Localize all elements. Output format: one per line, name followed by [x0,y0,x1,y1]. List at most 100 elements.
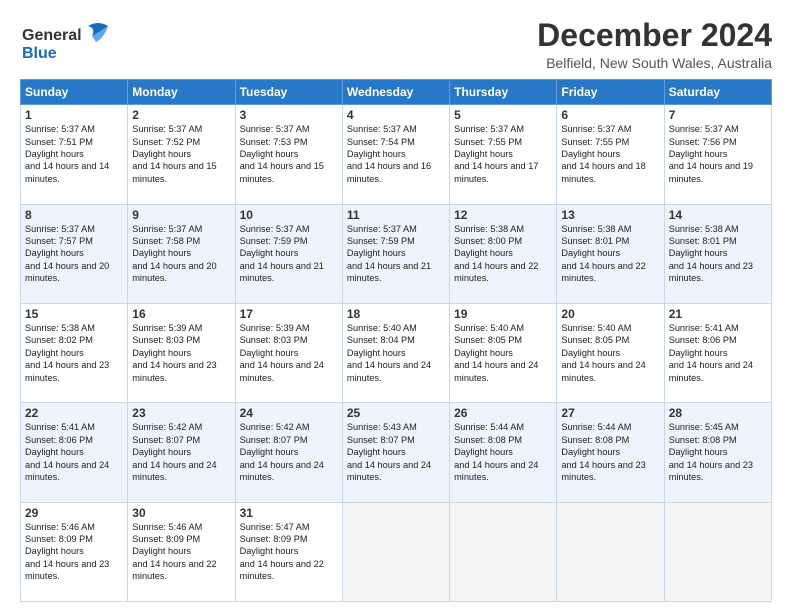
day-number: 22 [25,406,123,420]
calendar-cell: 23 Sunrise: 5:42 AMSunset: 8:07 PMDaylig… [128,403,235,502]
day-number: 1 [25,108,123,122]
cell-info: Sunrise: 5:40 AMSunset: 8:05 PMDaylight … [454,323,538,383]
calendar-cell: 15 Sunrise: 5:38 AMSunset: 8:02 PMDaylig… [21,303,128,402]
day-number: 18 [347,307,445,321]
day-number: 23 [132,406,230,420]
logo-icon: General Blue [20,18,115,66]
cell-info: Sunrise: 5:44 AMSunset: 8:08 PMDaylight … [454,422,538,482]
day-number: 31 [240,506,338,520]
day-number: 5 [454,108,552,122]
cell-info: Sunrise: 5:39 AMSunset: 8:03 PMDaylight … [132,323,216,383]
day-number: 25 [347,406,445,420]
calendar-cell: 17 Sunrise: 5:39 AMSunset: 8:03 PMDaylig… [235,303,342,402]
header: General Blue December 2024 Belfield, New… [20,18,772,71]
calendar-cell: 25 Sunrise: 5:43 AMSunset: 8:07 PMDaylig… [342,403,449,502]
calendar-header-row: SundayMondayTuesdayWednesdayThursdayFrid… [21,80,772,105]
day-number: 13 [561,208,659,222]
calendar-cell [557,502,664,601]
cell-info: Sunrise: 5:43 AMSunset: 8:07 PMDaylight … [347,422,431,482]
cell-info: Sunrise: 5:46 AMSunset: 8:09 PMDaylight … [25,522,109,582]
calendar-cell: 5 Sunrise: 5:37 AMSunset: 7:55 PMDayligh… [450,105,557,204]
calendar-cell: 13 Sunrise: 5:38 AMSunset: 8:01 PMDaylig… [557,204,664,303]
cell-info: Sunrise: 5:40 AMSunset: 8:04 PMDaylight … [347,323,431,383]
day-number: 4 [347,108,445,122]
calendar-cell: 12 Sunrise: 5:38 AMSunset: 8:00 PMDaylig… [450,204,557,303]
month-title: December 2024 [537,18,772,53]
day-header-wednesday: Wednesday [342,80,449,105]
day-header-tuesday: Tuesday [235,80,342,105]
cell-info: Sunrise: 5:38 AMSunset: 8:01 PMDaylight … [561,224,645,284]
day-number: 27 [561,406,659,420]
day-number: 17 [240,307,338,321]
cell-info: Sunrise: 5:37 AMSunset: 7:53 PMDaylight … [240,124,324,184]
page: General Blue December 2024 Belfield, New… [0,0,792,612]
cell-info: Sunrise: 5:38 AMSunset: 8:00 PMDaylight … [454,224,538,284]
calendar-week-4: 22 Sunrise: 5:41 AMSunset: 8:06 PMDaylig… [21,403,772,502]
cell-info: Sunrise: 5:37 AMSunset: 7:58 PMDaylight … [132,224,216,284]
day-header-monday: Monday [128,80,235,105]
calendar-cell: 7 Sunrise: 5:37 AMSunset: 7:56 PMDayligh… [664,105,771,204]
calendar-cell: 26 Sunrise: 5:44 AMSunset: 8:08 PMDaylig… [450,403,557,502]
calendar-cell: 16 Sunrise: 5:39 AMSunset: 8:03 PMDaylig… [128,303,235,402]
calendar-cell: 4 Sunrise: 5:37 AMSunset: 7:54 PMDayligh… [342,105,449,204]
calendar-cell: 2 Sunrise: 5:37 AMSunset: 7:52 PMDayligh… [128,105,235,204]
day-header-saturday: Saturday [664,80,771,105]
cell-info: Sunrise: 5:46 AMSunset: 8:09 PMDaylight … [132,522,216,582]
day-number: 12 [454,208,552,222]
day-number: 7 [669,108,767,122]
calendar-cell: 28 Sunrise: 5:45 AMSunset: 8:08 PMDaylig… [664,403,771,502]
day-number: 3 [240,108,338,122]
calendar-cell: 6 Sunrise: 5:37 AMSunset: 7:55 PMDayligh… [557,105,664,204]
cell-info: Sunrise: 5:37 AMSunset: 7:56 PMDaylight … [669,124,753,184]
day-number: 6 [561,108,659,122]
day-number: 14 [669,208,767,222]
calendar-cell: 11 Sunrise: 5:37 AMSunset: 7:59 PMDaylig… [342,204,449,303]
cell-info: Sunrise: 5:41 AMSunset: 8:06 PMDaylight … [25,422,109,482]
calendar-cell: 1 Sunrise: 5:37 AMSunset: 7:51 PMDayligh… [21,105,128,204]
calendar-cell: 20 Sunrise: 5:40 AMSunset: 8:05 PMDaylig… [557,303,664,402]
cell-info: Sunrise: 5:38 AMSunset: 8:02 PMDaylight … [25,323,109,383]
cell-info: Sunrise: 5:37 AMSunset: 7:55 PMDaylight … [454,124,538,184]
cell-info: Sunrise: 5:37 AMSunset: 7:52 PMDaylight … [132,124,216,184]
day-number: 19 [454,307,552,321]
cell-info: Sunrise: 5:37 AMSunset: 7:57 PMDaylight … [25,224,109,284]
day-number: 21 [669,307,767,321]
calendar-cell: 14 Sunrise: 5:38 AMSunset: 8:01 PMDaylig… [664,204,771,303]
calendar-cell: 8 Sunrise: 5:37 AMSunset: 7:57 PMDayligh… [21,204,128,303]
day-number: 29 [25,506,123,520]
day-number: 28 [669,406,767,420]
location: Belfield, New South Wales, Australia [537,55,772,71]
day-header-sunday: Sunday [21,80,128,105]
cell-info: Sunrise: 5:41 AMSunset: 8:06 PMDaylight … [669,323,753,383]
day-number: 15 [25,307,123,321]
calendar-cell [664,502,771,601]
cell-info: Sunrise: 5:42 AMSunset: 8:07 PMDaylight … [240,422,324,482]
calendar-week-2: 8 Sunrise: 5:37 AMSunset: 7:57 PMDayligh… [21,204,772,303]
day-number: 30 [132,506,230,520]
day-number: 8 [25,208,123,222]
cell-info: Sunrise: 5:37 AMSunset: 7:55 PMDaylight … [561,124,645,184]
cell-info: Sunrise: 5:47 AMSunset: 8:09 PMDaylight … [240,522,324,582]
calendar-cell: 3 Sunrise: 5:37 AMSunset: 7:53 PMDayligh… [235,105,342,204]
calendar-cell: 30 Sunrise: 5:46 AMSunset: 8:09 PMDaylig… [128,502,235,601]
day-header-friday: Friday [557,80,664,105]
svg-text:Blue: Blue [22,45,57,62]
calendar-cell: 18 Sunrise: 5:40 AMSunset: 8:04 PMDaylig… [342,303,449,402]
day-number: 11 [347,208,445,222]
day-header-thursday: Thursday [450,80,557,105]
cell-info: Sunrise: 5:37 AMSunset: 7:59 PMDaylight … [347,224,431,284]
cell-info: Sunrise: 5:40 AMSunset: 8:05 PMDaylight … [561,323,645,383]
cell-info: Sunrise: 5:37 AMSunset: 7:59 PMDaylight … [240,224,324,284]
calendar-cell: 27 Sunrise: 5:44 AMSunset: 8:08 PMDaylig… [557,403,664,502]
cell-info: Sunrise: 5:37 AMSunset: 7:54 PMDaylight … [347,124,431,184]
day-number: 24 [240,406,338,420]
day-number: 2 [132,108,230,122]
calendar-cell: 29 Sunrise: 5:46 AMSunset: 8:09 PMDaylig… [21,502,128,601]
calendar-week-1: 1 Sunrise: 5:37 AMSunset: 7:51 PMDayligh… [21,105,772,204]
calendar-cell: 31 Sunrise: 5:47 AMSunset: 8:09 PMDaylig… [235,502,342,601]
cell-info: Sunrise: 5:39 AMSunset: 8:03 PMDaylight … [240,323,324,383]
calendar-cell: 21 Sunrise: 5:41 AMSunset: 8:06 PMDaylig… [664,303,771,402]
calendar-cell: 22 Sunrise: 5:41 AMSunset: 8:06 PMDaylig… [21,403,128,502]
cell-info: Sunrise: 5:38 AMSunset: 8:01 PMDaylight … [669,224,753,284]
day-number: 20 [561,307,659,321]
